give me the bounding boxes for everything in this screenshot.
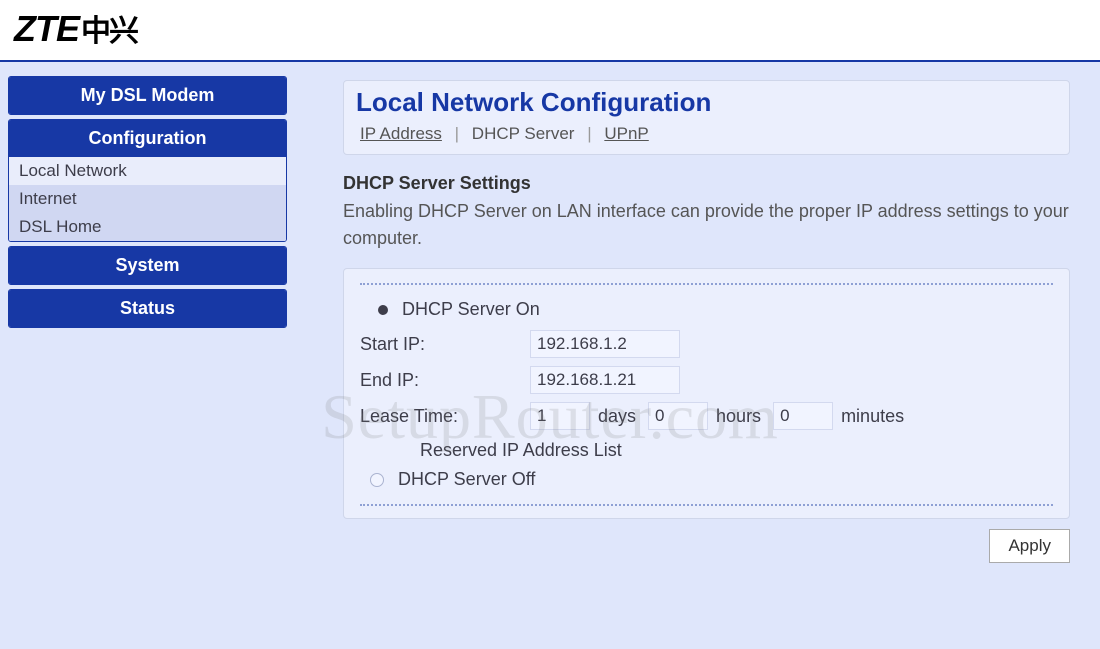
lease-hours-unit: hours [716, 406, 761, 427]
lease-time-label: Lease Time: [360, 406, 530, 427]
brand-cn: 中兴 [81, 15, 137, 48]
radio-dhcp-off-label: DHCP Server Off [398, 469, 535, 490]
sidebar-item-my-dsl-modem[interactable]: My DSL Modem [9, 77, 286, 114]
sidebar-item-system[interactable]: System [9, 247, 286, 284]
divider-top [360, 283, 1053, 285]
radio-dhcp-on-label: DHCP Server On [402, 299, 540, 320]
section-description: Enabling DHCP Server on LAN interface ca… [343, 198, 1070, 252]
brand-logo: ZTE中兴 [0, 0, 1100, 62]
sidebar-item-internet[interactable]: Internet [9, 185, 286, 213]
radio-unselected-icon [370, 473, 384, 487]
lease-days-unit: days [598, 406, 636, 427]
radio-selected-icon [378, 305, 388, 315]
tab-upnp[interactable]: UPnP [600, 124, 652, 143]
dhcp-form-panel: DHCP Server On Start IP: End IP: Lease T… [343, 268, 1070, 519]
end-ip-input[interactable] [530, 366, 680, 394]
brand-en: ZTE [14, 8, 79, 49]
sidebar-item-configuration[interactable]: Configuration [9, 120, 286, 157]
sidebar-item-status[interactable]: Status [9, 290, 286, 327]
reserved-ip-link[interactable]: Reserved IP Address List [420, 440, 622, 460]
sidebar-item-local-network[interactable]: Local Network [9, 157, 286, 185]
end-ip-label: End IP: [360, 370, 530, 391]
radio-dhcp-off[interactable]: DHCP Server Off [370, 469, 1053, 490]
lease-hours-input[interactable] [648, 402, 708, 430]
divider-bottom [360, 504, 1053, 506]
main-content: Local Network Configuration IP Address |… [295, 62, 1100, 649]
page-title: Local Network Configuration [356, 87, 1057, 118]
tab-dhcp-server[interactable]: DHCP Server [468, 124, 579, 143]
lease-minutes-unit: minutes [841, 406, 904, 427]
tab-bar: IP Address | DHCP Server | UPnP [356, 124, 1057, 144]
section-title: DHCP Server Settings [343, 173, 1070, 194]
lease-minutes-input[interactable] [773, 402, 833, 430]
lease-days-input[interactable] [530, 402, 590, 430]
page-header-panel: Local Network Configuration IP Address |… [343, 80, 1070, 155]
radio-dhcp-on[interactable]: DHCP Server On [378, 299, 1053, 320]
sidebar: My DSL Modem Configuration Local Network… [0, 62, 295, 649]
start-ip-label: Start IP: [360, 334, 530, 355]
apply-button[interactable]: Apply [989, 529, 1070, 563]
sidebar-item-dsl-home[interactable]: DSL Home [9, 213, 286, 241]
start-ip-input[interactable] [530, 330, 680, 358]
tab-ip-address[interactable]: IP Address [356, 124, 446, 143]
